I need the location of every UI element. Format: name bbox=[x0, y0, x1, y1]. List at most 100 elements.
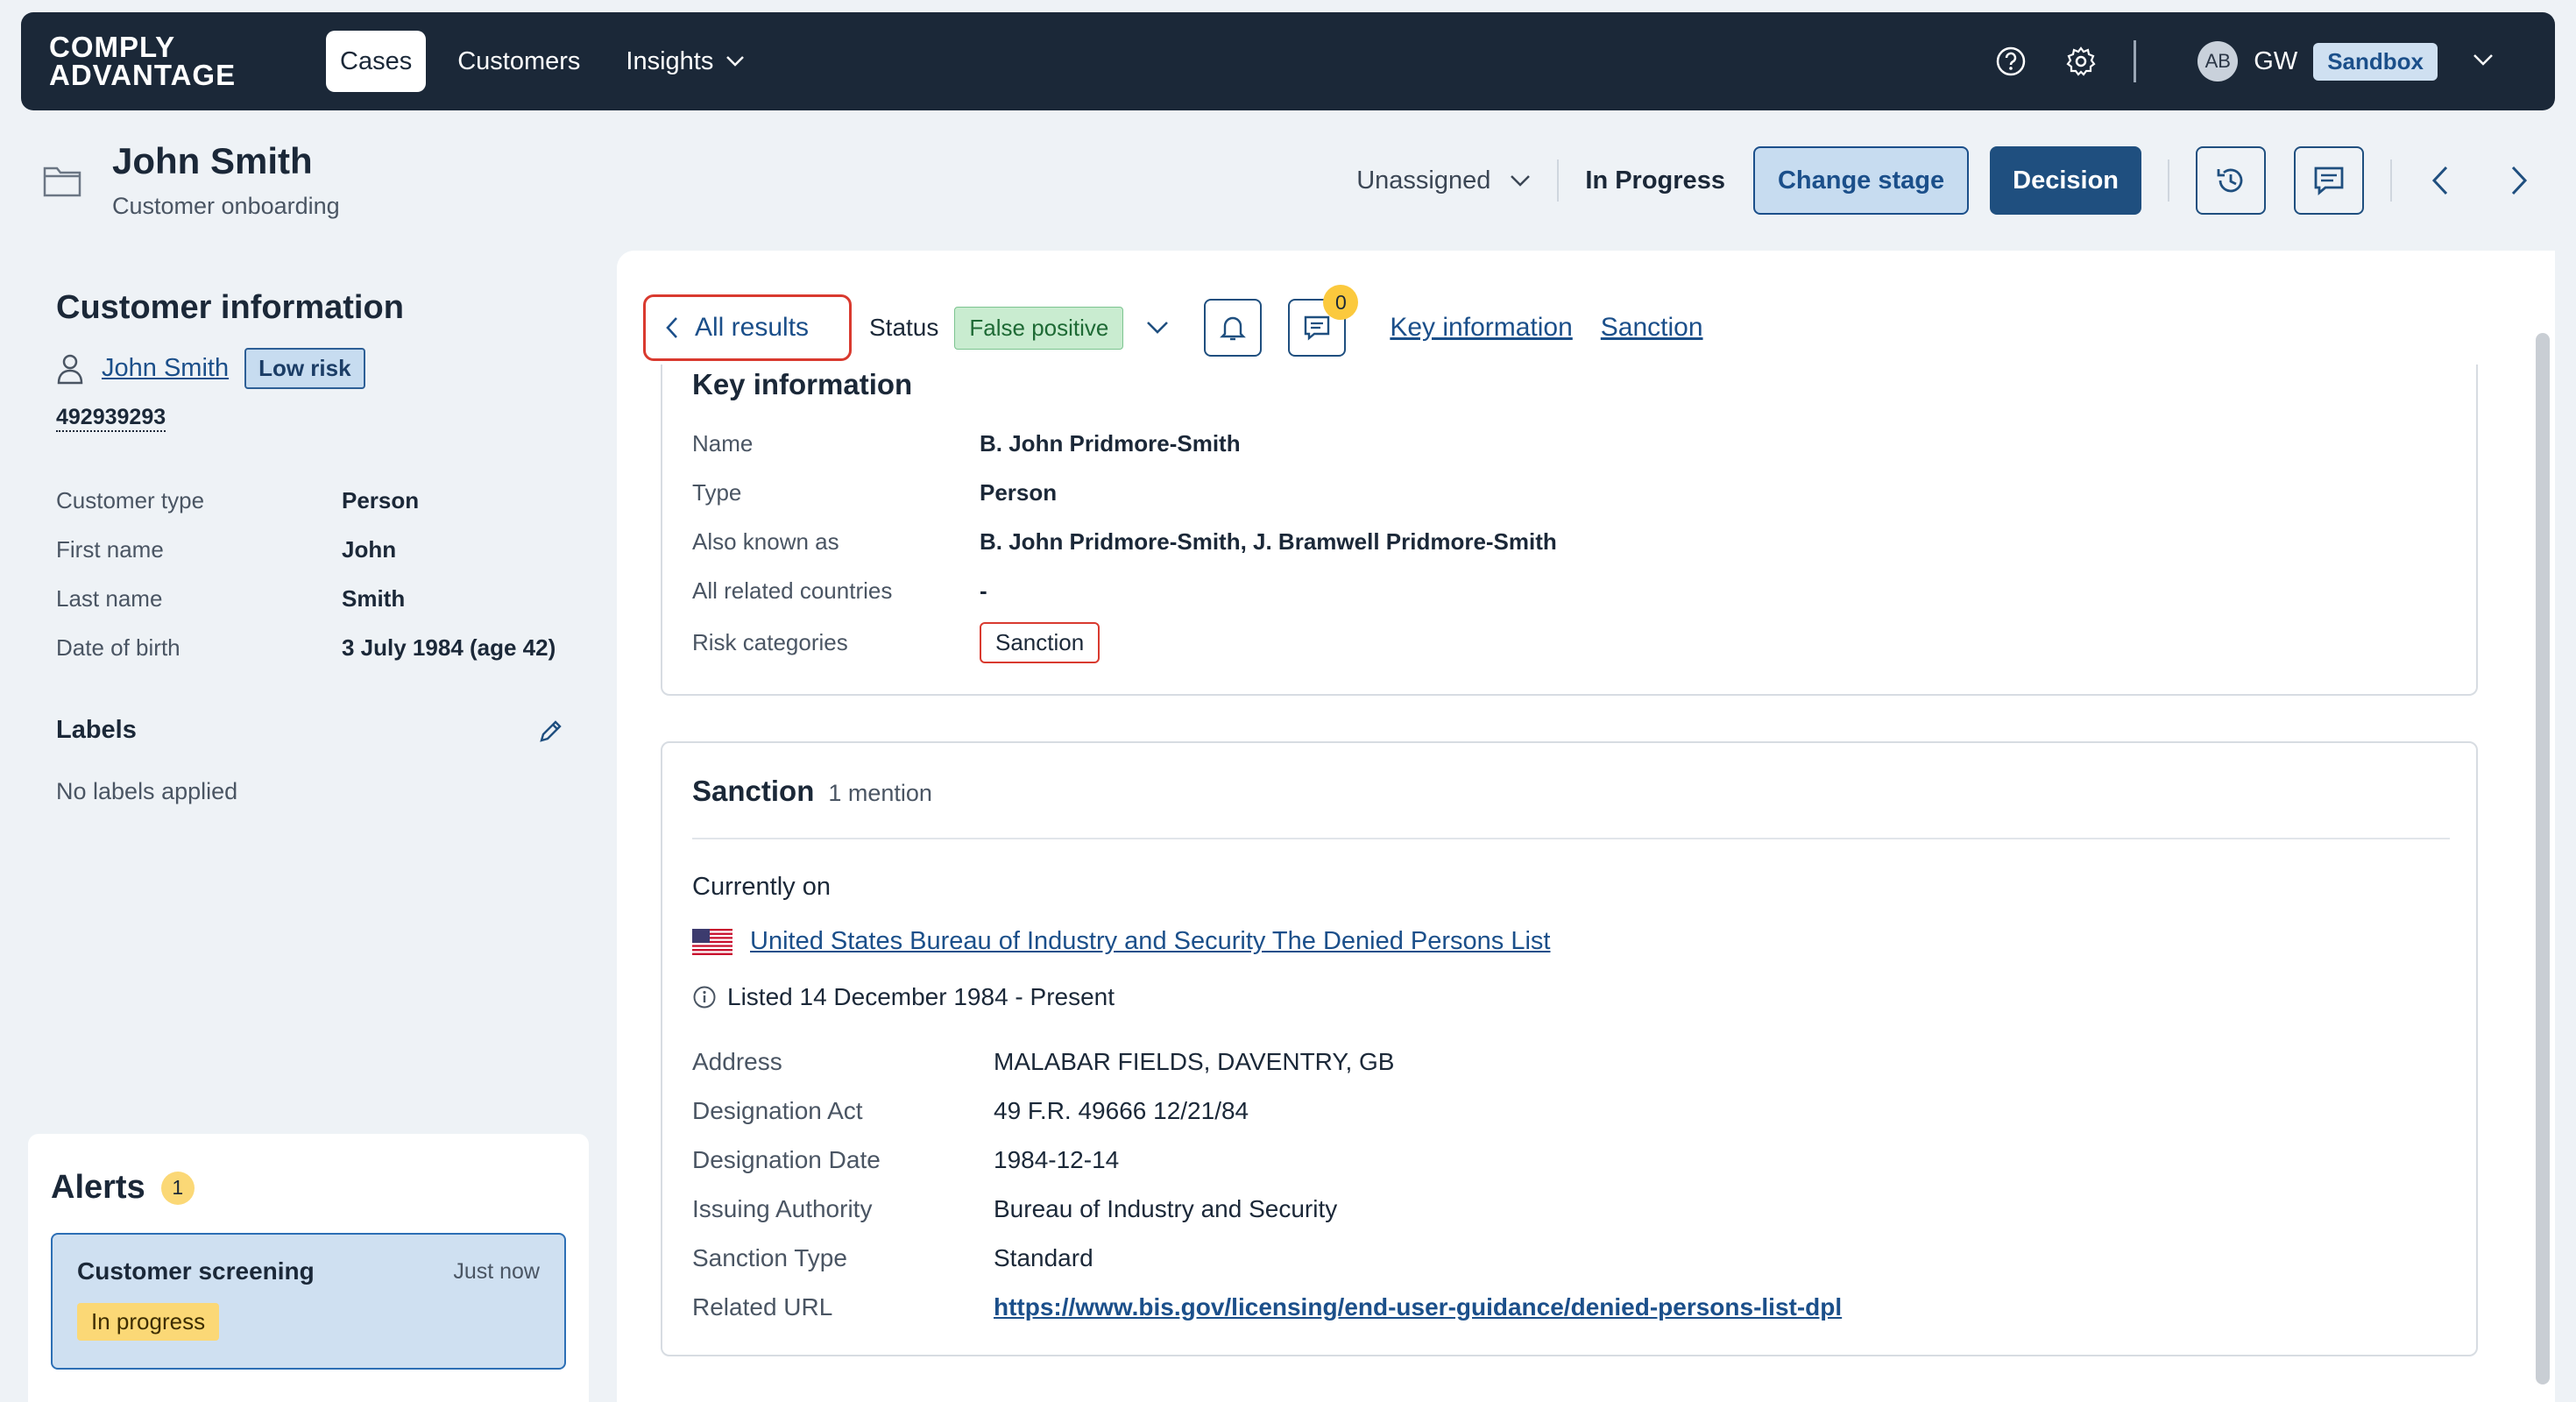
sanction-card: Sanction 1 mention Currently on United S… bbox=[661, 741, 2478, 1356]
change-stage-button[interactable]: Change stage bbox=[1752, 146, 1970, 215]
detail-label: Address bbox=[692, 1048, 782, 1075]
nav-divider bbox=[2134, 40, 2137, 82]
sanction-detail-row: Address MALABAR FIELDS, DAVENTRY, GB bbox=[692, 1037, 1842, 1087]
key-info-row: Also known as B. John Pridmore-Smith, J.… bbox=[692, 517, 1557, 566]
comments-button[interactable] bbox=[2294, 146, 2364, 215]
result-comments-button[interactable]: 0 bbox=[1288, 285, 1359, 357]
chevron-left-icon bbox=[666, 317, 677, 338]
key-info-value: Person bbox=[980, 478, 1058, 506]
key-information-card: Key information Name B. John Pridmore-Sm… bbox=[661, 365, 2478, 696]
logo-line-2: ADVANTAGE bbox=[49, 59, 237, 91]
all-results-label: All results bbox=[695, 313, 810, 342]
key-info-value: B. John Pridmore-Smith, J. Bramwell Prid… bbox=[980, 528, 1557, 555]
chevron-down-icon bbox=[1511, 175, 1531, 187]
detail-value: Standard bbox=[994, 1244, 1093, 1271]
customer-fields: Customer type Person First name John Las… bbox=[56, 476, 564, 672]
history-icon bbox=[2217, 168, 2243, 193]
logo-line-1: COMPLY bbox=[49, 31, 176, 63]
sanction-detail-row: Designation Act 49 F.R. 49666 12/21/84 bbox=[692, 1087, 1842, 1136]
folder-icon bbox=[43, 166, 81, 197]
risk-badge: Low risk bbox=[244, 348, 365, 389]
decision-button[interactable]: Decision bbox=[1990, 146, 2141, 215]
case-subtitle: Customer onboarding bbox=[112, 193, 340, 219]
customer-id[interactable]: 492939293 bbox=[56, 405, 166, 432]
listed-period: Listed 14 December 1984 - Present bbox=[727, 983, 1115, 1010]
customer-information-panel: Customer information John Smith Low risk… bbox=[56, 289, 564, 805]
alert-item[interactable]: Customer screening Just now In progress bbox=[51, 1233, 566, 1370]
user-menu-chevron-down-icon[interactable] bbox=[2473, 53, 2494, 70]
screening-result-panel: Key information Name B. John Pridmore-Sm… bbox=[617, 251, 2555, 1402]
field-value: 3 July 1984 (age 42) bbox=[342, 634, 556, 661]
previous-case-chevron-left-icon[interactable] bbox=[2418, 154, 2462, 207]
case-title: John Smith bbox=[112, 140, 313, 181]
nav-tab-customers[interactable]: Customers bbox=[443, 31, 594, 92]
status-label: Status bbox=[869, 314, 939, 341]
field-row: Date of birth 3 July 1984 (age 42) bbox=[56, 623, 564, 672]
divider bbox=[2168, 159, 2169, 202]
top-navigation: COMPLY ADVANTAGE Cases Customers Insight… bbox=[21, 12, 2555, 110]
edit-labels-pencil-icon[interactable] bbox=[538, 718, 564, 744]
detail-value: 1984-12-14 bbox=[994, 1146, 1120, 1173]
field-value: Person bbox=[342, 486, 420, 513]
alerts-title: Alerts bbox=[51, 1169, 145, 1206]
detail-value: Bureau of Industry and Security bbox=[994, 1195, 1338, 1222]
anchor-sanction[interactable]: Sanction bbox=[1601, 313, 1703, 343]
person-icon bbox=[57, 354, 83, 384]
field-label: Date of birth bbox=[56, 634, 180, 661]
key-info-value: - bbox=[980, 577, 987, 604]
key-info-label: All related countries bbox=[692, 577, 893, 604]
help-icon[interactable] bbox=[1993, 44, 2028, 79]
field-row: First name John bbox=[56, 525, 564, 574]
sanction-detail-row: Issuing Authority Bureau of Industry and… bbox=[692, 1185, 1842, 1234]
status-chevron-down-icon[interactable] bbox=[1146, 321, 1169, 335]
nav-tab-insights-label: Insights bbox=[626, 46, 714, 75]
divider bbox=[692, 838, 2450, 839]
detail-label: Sanction Type bbox=[692, 1244, 847, 1271]
case-stage: In Progress bbox=[1585, 166, 1725, 195]
avatar[interactable]: AB bbox=[2197, 41, 2239, 81]
nav-tab-insights[interactable]: Insights bbox=[612, 31, 759, 92]
detail-label: Related URL bbox=[692, 1293, 833, 1321]
alert-status-badge: In progress bbox=[77, 1303, 220, 1341]
detail-label: Designation Date bbox=[692, 1146, 881, 1173]
field-value: John bbox=[342, 535, 397, 563]
logo[interactable]: COMPLY ADVANTAGE bbox=[49, 31, 277, 91]
next-case-chevron-right-icon[interactable] bbox=[2497, 154, 2541, 207]
chevron-down-icon bbox=[726, 56, 745, 67]
key-info-row: Type Person bbox=[692, 468, 1557, 517]
monitor-bell-button[interactable] bbox=[1204, 299, 1263, 357]
detail-label: Designation Act bbox=[692, 1097, 863, 1124]
detail-label: Issuing Authority bbox=[692, 1195, 873, 1222]
customer-name-link[interactable]: John Smith bbox=[102, 354, 229, 383]
all-results-button[interactable]: All results bbox=[643, 294, 852, 361]
related-url-link[interactable]: https://www.bis.gov/licensing/end-user-g… bbox=[994, 1293, 1842, 1321]
field-label: Last name bbox=[56, 584, 163, 612]
key-info-value: B. John Pridmore-Smith bbox=[980, 429, 1241, 457]
assignee-dropdown[interactable]: Unassigned bbox=[1356, 166, 1531, 195]
sanction-title: Sanction bbox=[692, 775, 815, 807]
sanction-detail-row: Related URL https://www.bis.gov/licensin… bbox=[692, 1283, 1842, 1332]
scrollbar[interactable] bbox=[2536, 333, 2550, 1384]
status-badge: False positive bbox=[954, 306, 1124, 350]
key-info-row: Risk categories Sanction bbox=[692, 615, 1557, 669]
customer-information-title: Customer information bbox=[56, 289, 404, 326]
anchor-key-information[interactable]: Key information bbox=[1390, 313, 1572, 343]
user-initials[interactable]: GW bbox=[2254, 47, 2297, 76]
key-info-label: Risk categories bbox=[692, 628, 848, 655]
labels-empty-text: No labels applied bbox=[56, 778, 238, 804]
gear-icon[interactable] bbox=[2063, 44, 2098, 79]
sanction-list-link[interactable]: United States Bureau of Industry and Sec… bbox=[750, 927, 1550, 956]
history-button[interactable] bbox=[2196, 146, 2266, 215]
key-info-label: Name bbox=[692, 429, 754, 457]
key-info-row: All related countries - bbox=[692, 566, 1557, 615]
detail-value: MALABAR FIELDS, DAVENTRY, GB bbox=[994, 1048, 1395, 1075]
field-label: First name bbox=[56, 535, 164, 563]
alert-name: Customer screening bbox=[77, 1257, 315, 1285]
info-icon bbox=[693, 986, 716, 1009]
currently-on-label: Currently on bbox=[692, 873, 831, 901]
detail-value: 49 F.R. 49666 12/21/84 bbox=[994, 1097, 1249, 1124]
comment-count-badge: 0 bbox=[1323, 285, 1359, 320]
nav-tab-cases[interactable]: Cases bbox=[326, 31, 427, 92]
field-row: Customer type Person bbox=[56, 476, 564, 525]
key-info-label: Also known as bbox=[692, 528, 839, 555]
